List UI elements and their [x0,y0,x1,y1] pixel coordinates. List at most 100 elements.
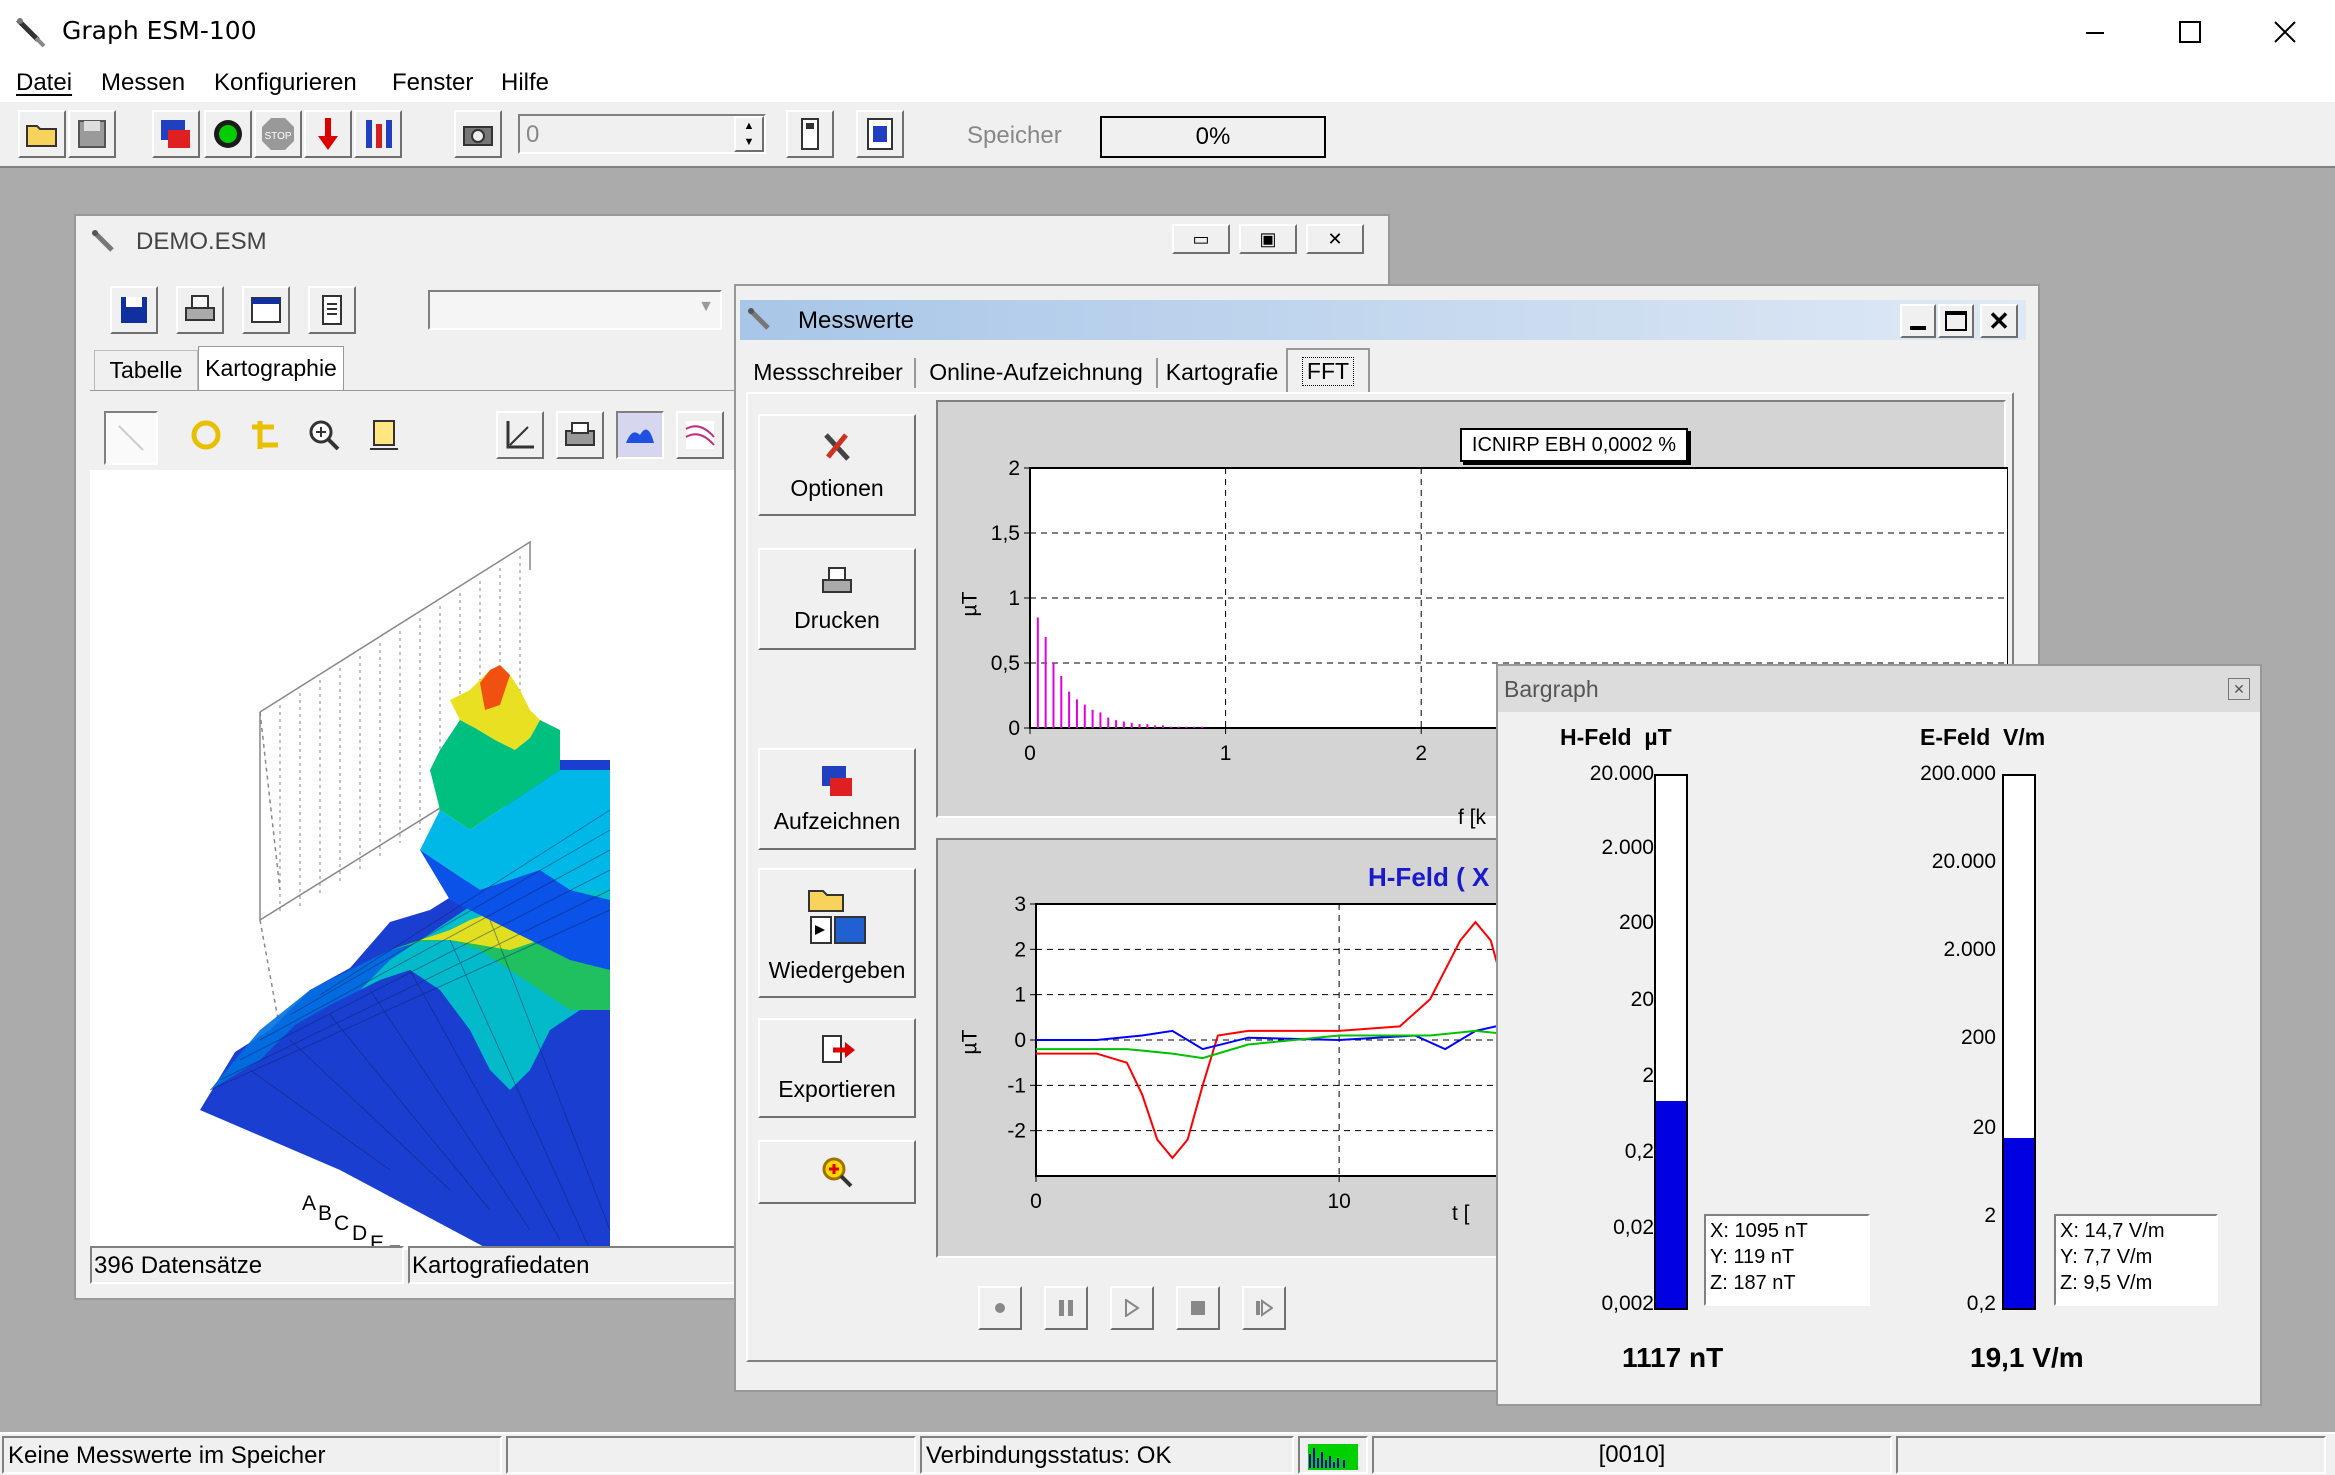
menu-fenster[interactable]: Fenster [392,69,473,97]
status-code: [0010] [1372,1436,1892,1474]
document-icon [748,308,770,330]
status-connection: Verbindungsstatus: OK [920,1436,1294,1474]
window-title: Graph ESM-100 [62,16,257,45]
device-icon[interactable] [786,110,834,158]
bargraph-titlebar: Bargraph ✕ [1498,666,2260,712]
optionen-button[interactable]: Optionen [758,414,916,516]
exportieren-button[interactable]: Exportieren [758,1018,916,1118]
stop-icon[interactable]: STOP [254,110,302,158]
record-dot-button[interactable] [978,1286,1022,1330]
x-tick-label: 1 [1220,742,1232,765]
play-icon [1125,1299,1140,1317]
h-tick: 0,002 [1601,1292,1654,1315]
options-tools-icon [824,432,850,461]
y-tick-label: 0,5 [991,652,1020,675]
menu-konfigurieren[interactable]: Konfigurieren [214,69,357,97]
start-icon[interactable] [204,110,252,158]
e-feld-value: 19,1 V/m [1970,1342,2084,1373]
channel-icon[interactable] [354,110,402,158]
status-empty [506,1436,916,1474]
menu-hilfe[interactable]: Hilfe [501,69,549,97]
menu-datei[interactable]: Datei [16,69,72,97]
messwerte-maximize-button[interactable] [1938,304,1974,338]
y-tick-label: 0 [1008,717,1020,740]
h-tick: 2 [1642,1064,1654,1087]
axis-icon[interactable] [496,411,544,459]
e-feld-bar-fill [2004,1137,2034,1308]
status-bar: Keine Messwerte im Speicher Verbindungss… [0,1432,2335,1475]
h-tick: 0,2 [1624,1140,1654,1163]
maximize-button[interactable] [2155,0,2225,64]
aufzeichnen-button[interactable]: Aufzeichnen [758,748,916,850]
pause-button[interactable] [1044,1286,1088,1330]
tab-fft[interactable]: FFT [1286,348,1370,392]
select-arrow-icon[interactable] [104,411,158,465]
bargraph-close-button[interactable]: ✕ [2228,678,2250,700]
wiedergeben-button[interactable]: Wiedergeben [758,868,916,998]
speicher-value: 0% [1195,123,1231,150]
step-button[interactable] [1242,1286,1286,1330]
tab-kartografie[interactable]: Kartografie [1162,352,1282,392]
messwerte-tabs: Messschreiber Online-Aufzeichnung Kartog… [748,348,2008,394]
frame-icon[interactable] [360,411,408,459]
speicher-label: Speicher [967,122,1062,149]
download-icon[interactable] [304,110,352,158]
chevron-down-icon: ▼ [698,298,714,315]
counter-field[interactable]: 0 ▲ ▼ [518,114,766,154]
svg-text:STOP: STOP [264,131,291,142]
tab-online-aufzeichnung[interactable]: Online-Aufzeichnung [920,352,1152,392]
e-tick: 200.000 [1920,762,1996,785]
demo-minimize-button[interactable]: ▭ [1172,224,1230,254]
e-tick: 200 [1960,1026,1996,1049]
status-extra [1896,1436,2326,1474]
move-icon[interactable] [240,411,288,459]
messwerte-minimize-button[interactable] [1900,304,1936,338]
demo-restore-button[interactable]: ▣ [1239,224,1297,254]
rotate-icon[interactable] [182,411,230,459]
table-view-icon[interactable] [242,286,290,334]
page-icon[interactable] [308,286,356,334]
menu-messen[interactable]: Messen [101,69,185,97]
minimize-button[interactable] [2060,0,2130,64]
record-icon[interactable] [152,110,200,158]
h-tick: 0,02 [1613,1216,1654,1239]
messwerte-title: Messwerte [798,307,915,334]
save-disk-icon[interactable] [68,110,116,158]
tab-messschreiber[interactable]: Messschreiber [748,352,908,392]
counter-value: 0 [526,121,540,148]
messwerte-close-button[interactable]: ✕ [1980,304,2018,338]
zoom-icon[interactable] [300,411,348,459]
demo-close-button[interactable]: ✕ [1306,224,1364,254]
drucken-button[interactable]: Drucken [758,548,916,650]
camera-icon[interactable] [454,110,502,158]
record-icon [822,765,852,796]
printer-3d-icon[interactable] [556,411,604,459]
demo-dropdown[interactable]: ▼ [428,290,722,330]
y-tick-label: 0 [1014,1029,1026,1052]
zoom-button[interactable] [758,1140,916,1204]
bargraph-window: Bargraph ✕ H-Feld µT 20.000 2.000 200 20… [1496,664,2262,1406]
close-button[interactable] [2250,0,2320,64]
title-bar: Graph ESM-100 [0,0,2335,64]
stop-button[interactable] [1176,1286,1220,1330]
counter-spinner[interactable]: ▲ ▼ [734,116,764,152]
document-icon [92,230,114,252]
tab-tabelle[interactable]: Tabelle [94,350,198,390]
bargraph-title: Bargraph [1504,676,1599,702]
print-icon[interactable] [176,286,224,334]
save-icon[interactable] [110,286,158,334]
h-feld-label: H-Feld µT [1560,724,1672,750]
status-signal [1298,1436,1368,1474]
e-tick: 2 [1984,1204,1996,1227]
config-icon[interactable] [856,110,904,158]
status-message: Keine Messwerte im Speicher [2,1436,502,1474]
contour-icon[interactable] [676,411,724,459]
surface-icon[interactable] [616,411,664,459]
tab-kartographie[interactable]: Kartographie [198,346,344,390]
axis-letter: D [352,1222,368,1245]
speicher-progress: 0% [1100,116,1326,158]
y-tick-label: 1 [1008,587,1020,610]
axis-letter: B [318,1202,333,1225]
play-button[interactable] [1110,1286,1154,1330]
open-folder-icon[interactable] [18,110,66,158]
